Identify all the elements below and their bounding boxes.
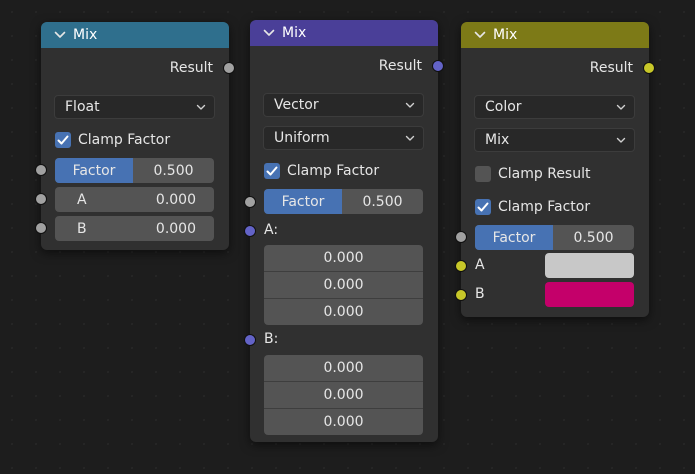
output-result-row: Result <box>461 56 649 80</box>
field-value: 0.000 <box>323 414 364 430</box>
chevron-down-icon <box>405 133 415 143</box>
factor-slider[interactable]: Factor 0.500 <box>55 158 214 183</box>
field-value: 0.000 <box>323 360 364 376</box>
factor-label: Factor <box>281 193 325 210</box>
factor-slider-fill: Factor <box>264 189 342 214</box>
input-socket-a[interactable] <box>244 225 256 237</box>
data-type-dropdown[interactable]: Float <box>54 95 215 119</box>
field-value: 0.000 <box>155 191 196 208</box>
input-b-vector: 0.000 0.000 0.000 <box>264 355 423 435</box>
field-value: 0.000 <box>323 304 364 320</box>
vector-x-field[interactable]: 0.000 <box>264 245 423 272</box>
checkbox-label: Clamp Result <box>498 166 591 182</box>
data-type-dropdown[interactable]: Color <box>474 95 635 119</box>
dropdown-value: Vector <box>274 97 319 113</box>
color-a-swatch[interactable] <box>545 253 634 278</box>
node-title: Mix <box>493 27 518 43</box>
input-socket-factor[interactable] <box>35 164 47 176</box>
dropdown-value: Float <box>65 99 100 115</box>
output-label: Result <box>378 58 422 74</box>
chevron-down-icon <box>405 100 415 110</box>
node-title: Mix <box>73 27 98 43</box>
clamp-result-checkbox[interactable]: Clamp Result <box>475 163 590 185</box>
checkbox-label: Clamp Factor <box>498 199 591 215</box>
clamp-factor-checkbox[interactable]: Clamp Factor <box>55 129 170 151</box>
output-label: Result <box>169 60 213 76</box>
input-a-vector: 0.000 0.000 0.000 <box>264 245 423 325</box>
input-b-label: B <box>475 286 485 302</box>
input-socket-a[interactable] <box>35 193 47 205</box>
input-socket-b[interactable] <box>244 334 256 346</box>
input-socket-factor[interactable] <box>244 196 256 208</box>
mix-node-vector[interactable]: Mix Result Vector Uniform Clamp Factor F… <box>244 20 444 442</box>
checkbox-checked-icon[interactable] <box>264 163 280 179</box>
checkbox-unchecked-icon[interactable] <box>475 166 491 182</box>
collapse-chevron-icon[interactable] <box>262 26 276 40</box>
node-header[interactable]: Mix <box>41 22 229 48</box>
vector-z-field[interactable]: 0.000 <box>264 409 423 435</box>
factor-label: Factor <box>72 162 116 179</box>
input-socket-factor[interactable] <box>455 231 467 243</box>
factor-label: Factor <box>492 229 536 246</box>
mix-node-float[interactable]: Mix Result Float Clamp Factor Factor 0.5… <box>35 22 235 250</box>
output-socket-result[interactable] <box>223 62 235 74</box>
input-socket-b[interactable] <box>35 222 47 234</box>
field-value: 0.000 <box>155 220 196 237</box>
vector-x-field[interactable]: 0.000 <box>264 355 423 382</box>
output-socket-result[interactable] <box>432 60 444 72</box>
data-type-dropdown[interactable]: Vector <box>263 93 424 117</box>
output-socket-result[interactable] <box>643 62 655 74</box>
input-socket-b[interactable] <box>455 289 467 301</box>
factor-mode-dropdown[interactable]: Uniform <box>263 126 424 150</box>
checkbox-checked-icon[interactable] <box>475 199 491 215</box>
clamp-factor-checkbox[interactable]: Clamp Factor <box>475 196 590 218</box>
factor-slider-fill: Factor <box>55 158 133 183</box>
chevron-down-icon <box>196 102 206 112</box>
field-label: A <box>77 191 87 208</box>
clamp-factor-checkbox[interactable]: Clamp Factor <box>264 160 379 182</box>
input-b-label: B: <box>264 331 279 347</box>
checkbox-label: Clamp Factor <box>78 132 171 148</box>
factor-slider[interactable]: Factor 0.500 <box>475 225 634 250</box>
checkbox-label: Clamp Factor <box>287 163 380 179</box>
vector-z-field[interactable]: 0.000 <box>264 299 423 325</box>
node-header[interactable]: Mix <box>250 20 438 46</box>
node-title: Mix <box>282 25 307 41</box>
blend-mode-dropdown[interactable]: Mix <box>474 128 635 152</box>
input-b-field[interactable]: B 0.000 <box>55 216 214 241</box>
output-label: Result <box>589 60 633 76</box>
mix-node-color[interactable]: Mix Result Color Mix Clamp Result Clamp … <box>455 22 655 317</box>
factor-value: 0.500 <box>153 162 194 179</box>
input-a-field[interactable]: A 0.000 <box>55 187 214 212</box>
factor-value: 0.500 <box>362 193 403 210</box>
factor-slider[interactable]: Factor 0.500 <box>264 189 423 214</box>
input-a-label: A <box>475 257 485 273</box>
dropdown-value: Color <box>485 99 522 115</box>
vector-y-field[interactable]: 0.000 <box>264 272 423 299</box>
output-result-row: Result <box>41 56 229 80</box>
factor-slider-fill: Factor <box>475 225 553 250</box>
input-socket-a[interactable] <box>455 260 467 272</box>
input-a-label: A: <box>264 222 279 238</box>
field-label: B <box>77 220 87 237</box>
field-value: 0.000 <box>323 387 364 403</box>
dropdown-value: Mix <box>485 132 510 148</box>
collapse-chevron-icon[interactable] <box>53 28 67 42</box>
field-value: 0.000 <box>323 250 364 266</box>
factor-value: 0.500 <box>573 229 614 246</box>
vector-y-field[interactable]: 0.000 <box>264 382 423 409</box>
color-b-swatch[interactable] <box>545 282 634 307</box>
chevron-down-icon <box>616 135 626 145</box>
node-header[interactable]: Mix <box>461 22 649 48</box>
chevron-down-icon <box>616 102 626 112</box>
output-result-row: Result <box>250 54 438 78</box>
collapse-chevron-icon[interactable] <box>473 28 487 42</box>
dropdown-value: Uniform <box>274 130 330 146</box>
field-value: 0.000 <box>323 277 364 293</box>
checkbox-checked-icon[interactable] <box>55 132 71 148</box>
